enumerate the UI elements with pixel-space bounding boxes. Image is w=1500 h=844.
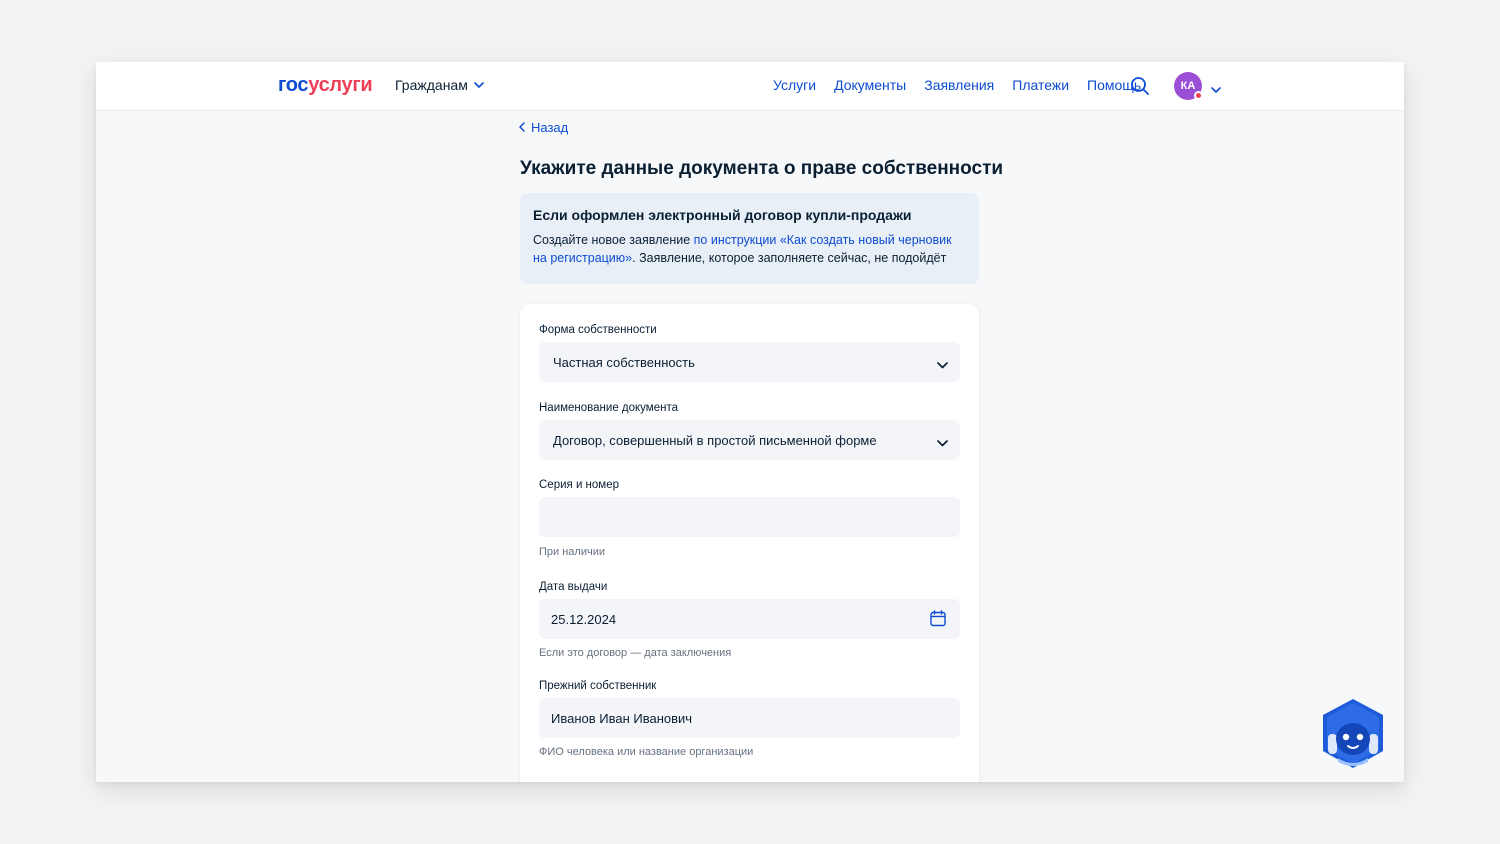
main-nav: Услуги Документы Заявления Платежи Помощ… [773, 77, 1159, 93]
back-label: Назад [531, 120, 569, 135]
logo-part-gos: гос [278, 74, 309, 96]
info-notice: Если оформлен электронный договор купли-… [520, 193, 979, 284]
chevron-down-icon [937, 357, 948, 372]
notice-text-before: Создайте новое заявление [533, 233, 694, 247]
chevron-left-icon [519, 120, 525, 135]
series-number-input[interactable] [539, 497, 960, 537]
ownership-value: Частная собственность [553, 354, 695, 370]
page-title: Укажите данные документа о праве собстве… [520, 158, 1004, 179]
chevron-down-icon[interactable] [1211, 81, 1221, 99]
ownership-select[interactable]: Частная собственность [539, 342, 960, 382]
nav-link-documents[interactable]: Документы [834, 77, 906, 93]
avatar-initials: КА [1180, 80, 1196, 92]
nav-link-payments[interactable]: Платежи [1012, 77, 1069, 93]
browser-viewport: госуслуги Гражданам Услуги Документы Зая… [96, 62, 1404, 782]
doc-name-select[interactable]: Договор, совершенный в простой письменно… [539, 420, 960, 460]
issue-date-value: 25.12.2024 [551, 611, 617, 627]
series-label: Серия и номер [539, 479, 620, 491]
nav-link-applications[interactable]: Заявления [924, 77, 994, 93]
back-link[interactable]: Назад [519, 120, 568, 135]
user-avatar[interactable]: КА [1174, 72, 1203, 100]
prev-owner-value: Иванов Иван Иванович [551, 710, 693, 726]
ownership-form: Форма собственности Частная собственност… [520, 304, 979, 782]
audience-label: Гражданам [395, 77, 468, 93]
issue-date-hint: Если это договор — дата заключения [539, 647, 732, 659]
series-hint: При наличии [539, 546, 605, 558]
chevron-down-icon [937, 435, 948, 450]
notification-dot [1194, 91, 1203, 100]
calendar-icon[interactable] [930, 610, 946, 630]
nav-link-services[interactable]: Услуги [773, 77, 816, 93]
notice-text: Создайте новое заявление по инструкции «… [533, 231, 967, 267]
prev-owner-input[interactable]: Иванов Иван Иванович [539, 698, 960, 738]
top-header: госуслуги Гражданам Услуги Документы Зая… [96, 62, 1404, 111]
prev-owner-hint: ФИО человека или название организации [539, 746, 754, 758]
gosuslugi-logo[interactable]: госуслуги [278, 74, 373, 97]
ownership-label: Форма собственности [539, 324, 657, 336]
notice-title: Если оформлен электронный договор купли-… [533, 207, 912, 223]
audience-dropdown[interactable]: Гражданам [395, 77, 484, 93]
assistant-robot-icon[interactable] [1320, 698, 1386, 770]
issue-date-label: Дата выдачи [539, 581, 608, 593]
doc-name-value: Договор, совершенный в простой письменно… [553, 432, 877, 448]
issue-date-input[interactable]: 25.12.2024 [539, 599, 960, 639]
notice-text-after: . Заявление, которое заполняете сейчас, … [632, 251, 947, 265]
chevron-down-icon [474, 81, 484, 89]
prev-owner-label: Прежний собственник [539, 680, 657, 692]
doc-name-label: Наименование документа [539, 402, 678, 414]
search-icon[interactable] [1130, 76, 1150, 96]
logo-part-uslugi: услуги [308, 74, 373, 96]
